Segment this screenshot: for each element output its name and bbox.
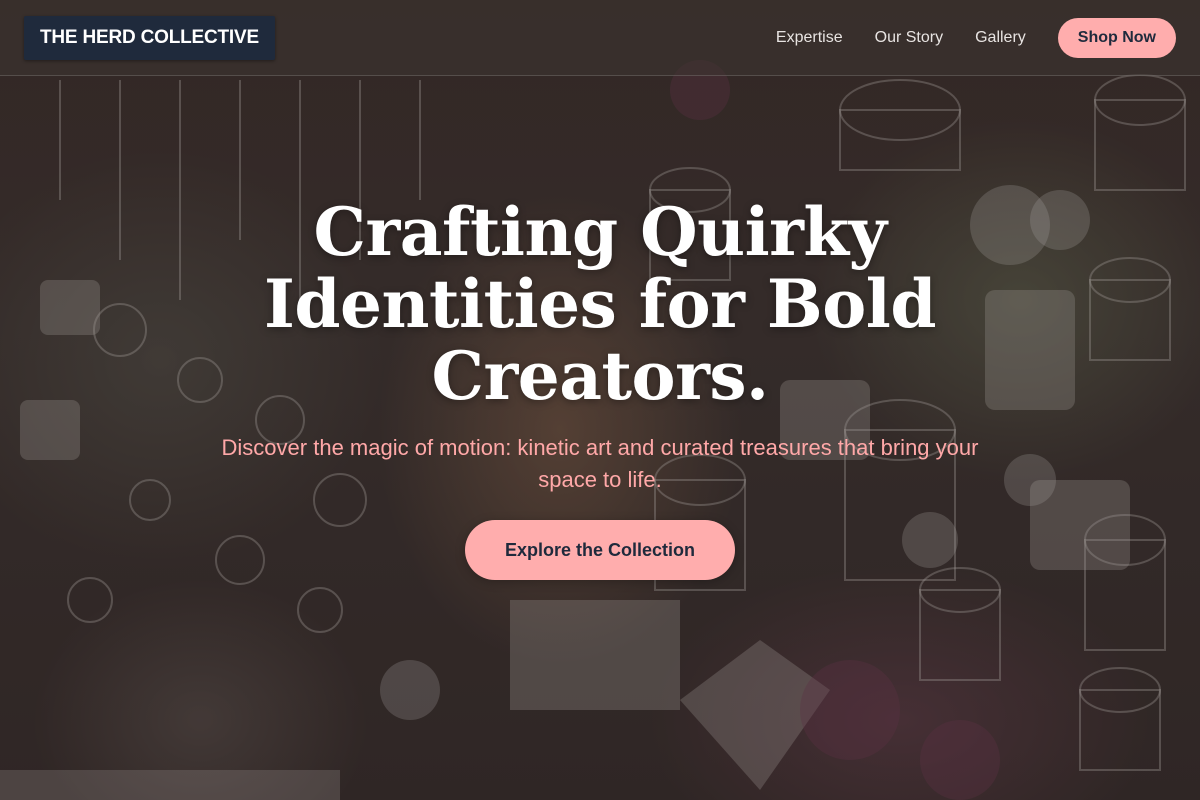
shop-now-button[interactable]: Shop Now (1057, 18, 1176, 58)
hero-content: Crafting Quirky Identities for Bold Crea… (0, 196, 1200, 580)
nav-links: Expertise Our Story Gallery Shop Now (776, 18, 1176, 58)
nav-link-gallery[interactable]: Gallery (975, 29, 1026, 47)
brand-logo[interactable]: THE HERD COLLECTIVE (24, 16, 275, 60)
hero-subtitle: Discover the magic of motion: kinetic ar… (221, 435, 979, 492)
explore-collection-button[interactable]: Explore the Collection (464, 520, 736, 580)
hero-section: THE HERD COLLECTIVE Expertise Our Story … (0, 0, 1200, 800)
nav-link-expertise[interactable]: Expertise (776, 29, 843, 47)
nav-link-our-story[interactable]: Our Story (875, 29, 943, 47)
top-navbar: THE HERD COLLECTIVE Expertise Our Story … (0, 0, 1200, 76)
hero-headline: Crafting Quirky Identities for Bold Crea… (264, 193, 936, 415)
